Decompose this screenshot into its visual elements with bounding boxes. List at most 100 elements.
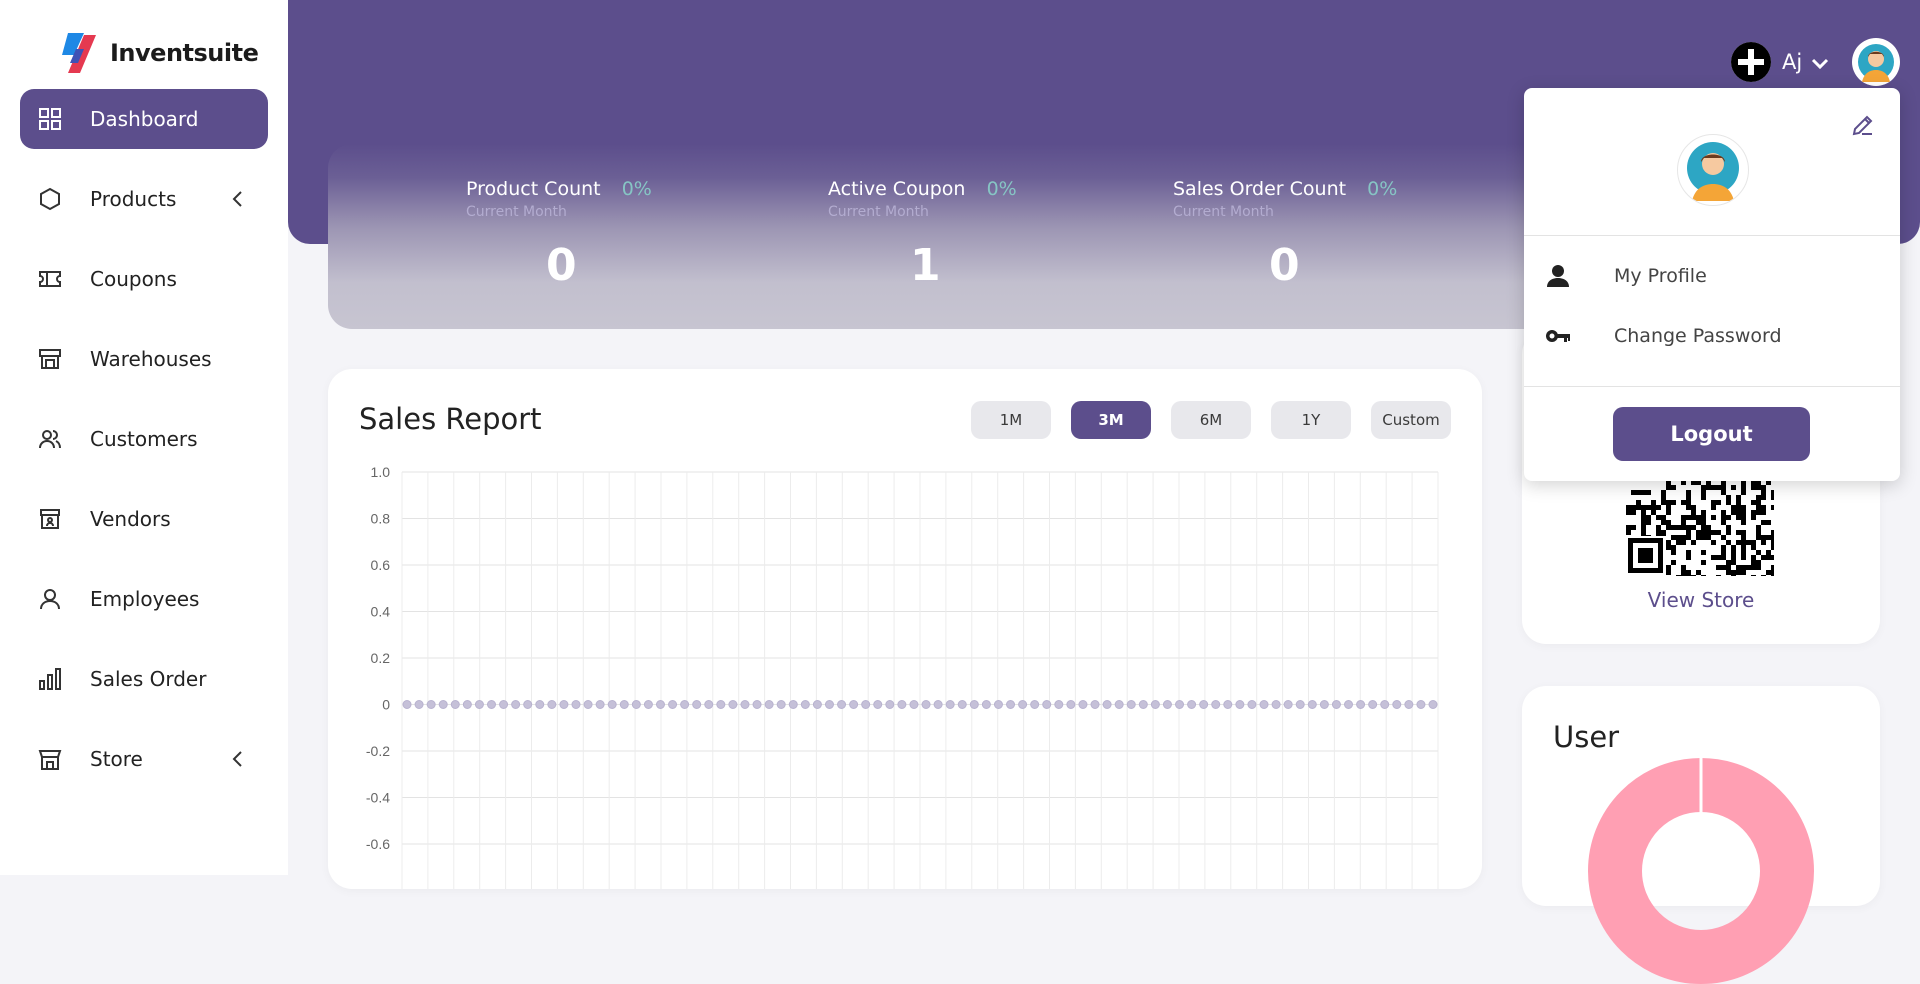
data-point: [849, 700, 859, 709]
data-point: [535, 700, 545, 709]
data-point: [1368, 700, 1378, 709]
data-point: [499, 700, 509, 709]
data-point: [1356, 700, 1366, 709]
data-point: [1102, 700, 1112, 709]
sidebar-item-employees[interactable]: Employees: [20, 569, 268, 629]
data-point: [1114, 700, 1124, 709]
data-point: [993, 700, 1003, 709]
sidebar-item-sales-order[interactable]: Sales Order: [20, 649, 268, 709]
stat-title: Product Count: [466, 178, 601, 200]
data-point: [1428, 700, 1438, 709]
data-point: [873, 700, 883, 709]
stat-percent: 0%: [986, 178, 1017, 200]
data-point: [1006, 700, 1016, 709]
data-point: [824, 700, 834, 709]
hexagon-icon: [40, 187, 60, 211]
data-point: [511, 700, 521, 709]
grid-icon: [39, 108, 61, 130]
data-point: [559, 700, 569, 709]
data-point: [583, 700, 593, 709]
ticket-icon: [39, 271, 61, 287]
data-point: [1199, 700, 1209, 709]
change-password-item[interactable]: Change Password: [1524, 312, 1900, 360]
inventsuite-logo: [62, 33, 96, 73]
range-button-1y[interactable]: 1Y: [1271, 401, 1351, 439]
chevron-left-icon: [232, 191, 242, 207]
data-point: [462, 700, 472, 709]
sidebar-item-customers[interactable]: Customers: [20, 409, 268, 469]
edit-icon[interactable]: [1850, 112, 1876, 138]
view-store-link[interactable]: View Store: [1522, 588, 1880, 612]
data-point: [631, 700, 641, 709]
range-selector: 1M 3M 6M 1Y Custom: [971, 401, 1451, 439]
data-point: [680, 700, 690, 709]
range-button-3m[interactable]: 3M: [1071, 401, 1151, 439]
data-point: [523, 700, 533, 709]
data-point: [776, 700, 786, 709]
data-point: [704, 700, 714, 709]
data-point: [933, 700, 943, 709]
sidebar-item-label: Warehouses: [90, 347, 212, 371]
user-dropdown-menu: My Profile Change Password Logout: [1524, 88, 1900, 481]
data-point: [668, 700, 678, 709]
data-point: [921, 700, 931, 709]
person-icon: [40, 589, 60, 610]
data-point: [1175, 700, 1185, 709]
sidebar-item-vendors[interactable]: Vendors: [20, 489, 268, 549]
divider: [1524, 386, 1900, 387]
sidebar-item-products[interactable]: Products: [20, 169, 268, 229]
bar-chart-icon: [39, 668, 61, 690]
my-profile-item[interactable]: My Profile: [1524, 252, 1900, 300]
brand[interactable]: Inventsuite: [54, 28, 259, 78]
sidebar-item-label: Sales Order: [90, 667, 207, 691]
stat-subtitle: Current Month: [828, 204, 929, 220]
sidebar-item-label: Vendors: [90, 507, 171, 531]
data-point: [547, 700, 557, 709]
stat-percent: 0%: [1367, 178, 1398, 200]
data-point: [1187, 700, 1197, 709]
data-point: [1319, 700, 1329, 709]
sidebar-item-coupons[interactable]: Coupons: [20, 249, 268, 309]
y-tick-label: 0.6: [371, 557, 391, 573]
user-name[interactable]: Aj: [1782, 50, 1802, 74]
y-tick-label: 1.0: [371, 464, 391, 480]
avatar-image: [1858, 44, 1894, 82]
data-point: [969, 700, 979, 709]
divider: [1524, 235, 1900, 236]
data-point: [1162, 700, 1172, 709]
data-point: [1066, 700, 1076, 709]
data-point: [1150, 700, 1160, 709]
store-icon: [38, 750, 62, 770]
user-donut-chart: [1588, 758, 1814, 984]
sidebar-item-label: Products: [90, 187, 177, 211]
range-button-custom[interactable]: Custom: [1371, 401, 1451, 439]
sidebar-item-label: Customers: [90, 427, 198, 451]
chevron-down-icon[interactable]: [1810, 53, 1830, 73]
data-point: [945, 700, 955, 709]
data-point: [1018, 700, 1028, 709]
avatar[interactable]: [1852, 38, 1900, 86]
stat-value: 0: [1269, 240, 1300, 291]
data-point: [897, 700, 907, 709]
dropdown-avatar: [1677, 134, 1749, 206]
stat-title: Sales Order Count: [1173, 178, 1347, 200]
data-point: [800, 700, 810, 709]
range-button-6m[interactable]: 6M: [1171, 401, 1251, 439]
add-button[interactable]: [1731, 42, 1771, 82]
data-point: [1235, 700, 1245, 709]
data-point: [1295, 700, 1305, 709]
key-icon: [1546, 330, 1570, 342]
logout-button[interactable]: Logout: [1613, 407, 1810, 461]
data-point: [1259, 700, 1269, 709]
sidebar-item-warehouses[interactable]: Warehouses: [20, 329, 268, 389]
range-button-1m[interactable]: 1M: [971, 401, 1051, 439]
y-tick-label: -0.4: [366, 790, 390, 806]
data-point: [1042, 700, 1052, 709]
sidebar-item-store[interactable]: Store: [20, 729, 268, 789]
data-point: [486, 700, 496, 709]
stat-percent: 0%: [621, 178, 652, 200]
sidebar-item-dashboard[interactable]: Dashboard: [20, 89, 268, 149]
vendor-icon: [40, 509, 60, 529]
data-point: [1380, 700, 1390, 709]
dropdown-item-label: My Profile: [1614, 265, 1707, 287]
